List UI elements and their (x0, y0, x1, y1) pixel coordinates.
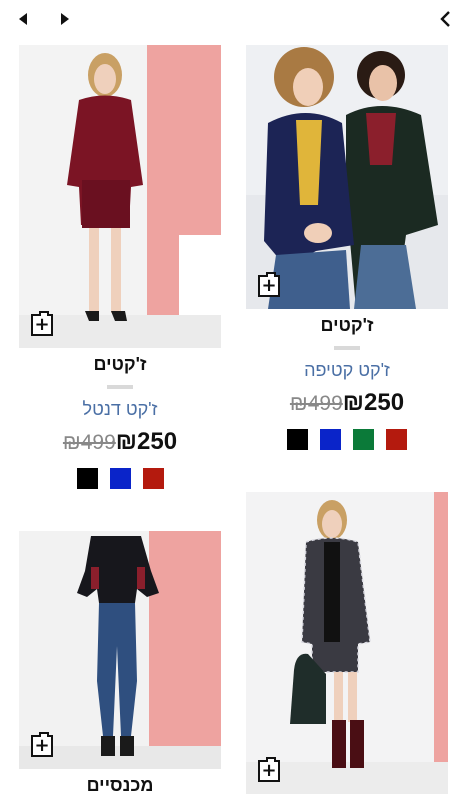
original-price: ₪499 (289, 392, 343, 415)
product-image[interactable]: + (19, 45, 221, 348)
quick-add-icon[interactable]: + (258, 272, 280, 297)
color-swatch-blue[interactable] (109, 468, 131, 489)
product-category: מכנסיים (86, 775, 154, 795)
quick-add-icon[interactable]: + (31, 732, 53, 757)
color-swatch-red[interactable] (386, 429, 407, 450)
product-card[interactable]: + מכנסיים (19, 531, 221, 796)
caret-right-icon[interactable] (56, 9, 74, 29)
product-category: ז'קטים (93, 354, 147, 374)
color-swatch-black[interactable] (287, 429, 308, 450)
divider (334, 346, 360, 350)
original-price: ₪499 (62, 431, 116, 454)
top-bar (0, 0, 468, 40)
product-name-link[interactable]: ז'קט דנטל (19, 399, 221, 420)
product-image[interactable]: + (19, 531, 221, 769)
caret-left-icon[interactable] (14, 9, 32, 29)
sale-price: ₪250 (115, 428, 178, 455)
product-name-link[interactable]: ז'קט קטיפה (246, 360, 448, 381)
price-row: ₪499₪250 (19, 428, 221, 456)
price-row: ₪499₪250 (246, 389, 448, 417)
color-swatches (246, 429, 448, 450)
color-swatch-black[interactable] (76, 468, 98, 489)
product-card[interactable]: + ז'קטים ז'קט דנטל ₪499₪250 (19, 45, 221, 489)
quick-add-icon[interactable]: + (31, 311, 53, 336)
color-swatches (19, 468, 221, 489)
color-swatch-red[interactable] (142, 468, 164, 489)
product-card[interactable]: + ז'קטים ז'קט קטיפה ₪499₪250 (246, 45, 448, 450)
color-swatch-green[interactable] (353, 429, 374, 450)
divider (107, 385, 133, 389)
product-card[interactable]: + (246, 492, 448, 794)
quick-add-icon[interactable]: + (258, 757, 280, 782)
chevron-left-icon[interactable] (436, 9, 454, 29)
color-swatch-blue[interactable] (320, 429, 341, 450)
product-image[interactable]: + (246, 45, 448, 309)
product-image[interactable]: + (246, 492, 448, 794)
product-category: ז'קטים (320, 315, 374, 335)
sale-price: ₪250 (342, 389, 405, 416)
